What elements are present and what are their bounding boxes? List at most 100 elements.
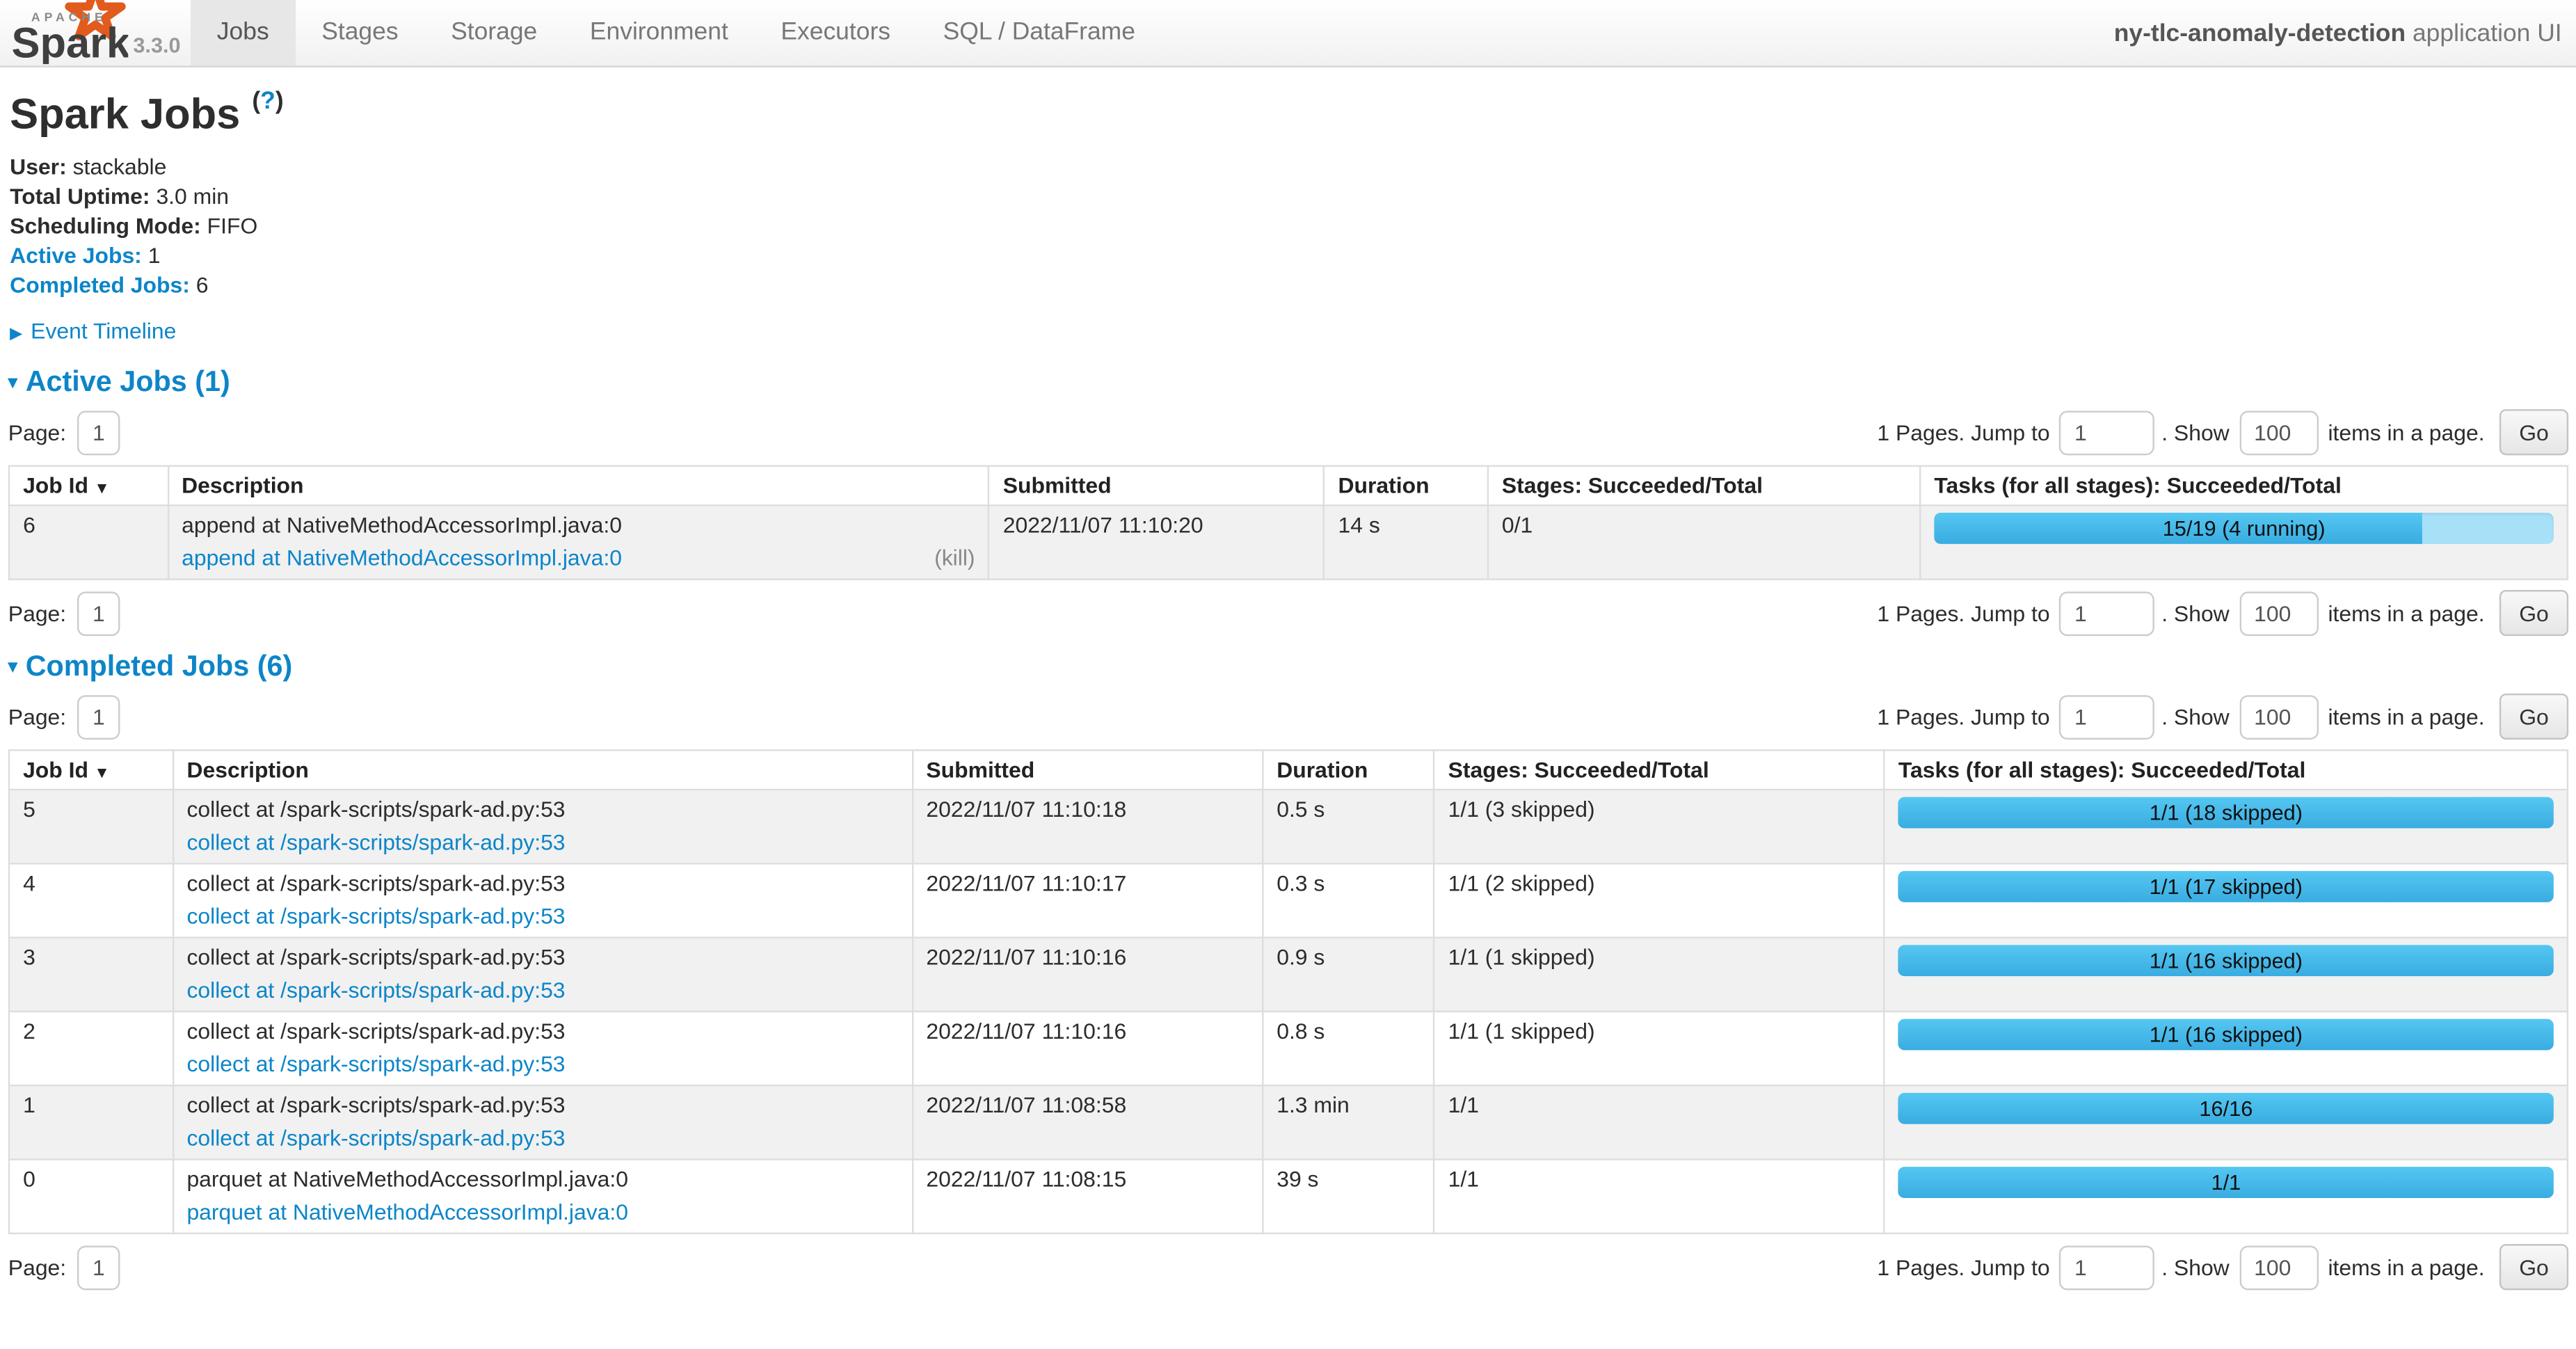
items-per-page-input[interactable] bbox=[2239, 694, 2318, 739]
items-per-page-input[interactable] bbox=[2239, 410, 2318, 454]
jump-to-page-input[interactable] bbox=[2060, 410, 2155, 454]
submitted-cell: 2022/11/07 11:08:58 bbox=[912, 1085, 1263, 1159]
progress-label: 1/1 (17 skipped) bbox=[1898, 871, 2554, 902]
job-id-cell: 6 bbox=[9, 505, 168, 579]
job-detail-link[interactable]: collect at /spark-scripts/spark-ad.py:53 bbox=[186, 978, 565, 1003]
kill-job-link[interactable]: (kill) bbox=[934, 545, 975, 570]
pagination-right: 1 Pages. Jump to. Showitems in a page.Go bbox=[1877, 694, 2568, 740]
progress-label: 1/1 (16 skipped) bbox=[1898, 945, 2554, 976]
tasks-progress-bar: 15/19 (4 running) bbox=[1934, 513, 2553, 544]
page-label: Page: bbox=[8, 1255, 66, 1279]
summary-label: Scheduling Mode: bbox=[10, 214, 201, 238]
column-header-stages[interactable]: Stages: Succeeded/Total bbox=[1488, 466, 1921, 506]
nav-tab-environment[interactable]: Environment bbox=[563, 0, 755, 65]
nav-tab-storage[interactable]: Storage bbox=[424, 0, 563, 65]
pagination-bar: Page:1 Pages. Jump to. Showitems in a pa… bbox=[8, 694, 2568, 740]
progress-label: 1/1 bbox=[1898, 1167, 2554, 1198]
completed-jobs-pagination-bottom: Page:1 Pages. Jump to. Showitems in a pa… bbox=[0, 1244, 2576, 1290]
pagination-left: Page: bbox=[8, 1245, 120, 1289]
tasks-progress-bar: 16/16 bbox=[1898, 1093, 2554, 1124]
column-header-submitted[interactable]: Submitted bbox=[989, 466, 1325, 506]
job-detail-link[interactable]: collect at /spark-scripts/spark-ad.py:53 bbox=[186, 1052, 565, 1076]
job-id-cell: 0 bbox=[9, 1160, 173, 1234]
column-header-description[interactable]: Description bbox=[168, 466, 989, 506]
nav-tab-jobs[interactable]: Jobs bbox=[191, 0, 295, 65]
page-number-input[interactable] bbox=[78, 591, 120, 635]
stages-cell: 1/1 (3 skipped) bbox=[1434, 790, 1885, 863]
pagination-bar: Page:1 Pages. Jump to. Showitems in a pa… bbox=[8, 590, 2568, 636]
completed-jobs-heading[interactable]: ▾Completed Jobs (6) bbox=[8, 649, 2576, 684]
tasks-cell: 1/1 (16 skipped) bbox=[1885, 938, 2568, 1012]
pagination-bar: Page:1 Pages. Jump to. Showitems in a pa… bbox=[8, 1244, 2568, 1290]
collapsed-arrow-icon: ▶ bbox=[10, 326, 22, 344]
job-detail-link[interactable]: collect at /spark-scripts/spark-ad.py:53 bbox=[186, 1126, 565, 1150]
submitted-cell: 2022/11/07 11:10:18 bbox=[912, 790, 1263, 863]
description-cell: collect at /spark-scripts/spark-ad.py:53… bbox=[173, 863, 912, 937]
show-text: . Show bbox=[2161, 704, 2230, 728]
page-number-input[interactable] bbox=[78, 1245, 120, 1289]
sort-descending-icon: ▾ bbox=[93, 480, 106, 498]
summary-label[interactable]: Active Jobs: bbox=[10, 244, 142, 268]
summary-value: stackable bbox=[73, 154, 167, 179]
submitted-cell: 2022/11/07 11:08:15 bbox=[912, 1160, 1263, 1234]
column-header-duration[interactable]: Duration bbox=[1263, 750, 1434, 790]
jump-to-page-input[interactable] bbox=[2060, 1245, 2155, 1289]
tasks-cell: 15/19 (4 running) bbox=[1920, 505, 2568, 579]
job-detail-link[interactable]: parquet at NativeMethodAccessorImpl.java… bbox=[186, 1199, 628, 1224]
go-button[interactable]: Go bbox=[2499, 590, 2568, 636]
column-header-submitted[interactable]: Submitted bbox=[912, 750, 1263, 790]
job-detail-link[interactable]: collect at /spark-scripts/spark-ad.py:53 bbox=[186, 904, 565, 928]
go-button[interactable]: Go bbox=[2499, 694, 2568, 740]
column-header-tasks-for-all-stages-[interactable]: Tasks (for all stages): Succeeded/Total bbox=[1920, 466, 2568, 506]
tasks-progress-bar: 1/1 (17 skipped) bbox=[1898, 871, 2554, 902]
summary-label[interactable]: Completed Jobs: bbox=[10, 273, 190, 297]
job-description-line2: collect at /spark-scripts/spark-ad.py:53 bbox=[186, 904, 898, 928]
help-tooltip[interactable]: (?) bbox=[252, 88, 283, 115]
submitted-cell: 2022/11/07 11:10:16 bbox=[912, 1012, 1263, 1085]
duration-cell: 0.3 s bbox=[1263, 863, 1434, 937]
column-header-tasks-for-all-stages-[interactable]: Tasks (for all stages): Succeeded/Total bbox=[1885, 750, 2568, 790]
items-in-page-text: items in a page. bbox=[2328, 420, 2484, 445]
help-paren-close: ) bbox=[275, 88, 284, 115]
go-button[interactable]: Go bbox=[2499, 1244, 2568, 1290]
job-detail-link[interactable]: collect at /spark-scripts/spark-ad.py:53 bbox=[186, 830, 565, 854]
summary-label: Total Uptime: bbox=[10, 184, 150, 209]
pagination-left: Page: bbox=[8, 694, 120, 739]
question-mark-icon[interactable]: ? bbox=[260, 88, 275, 115]
page-number-input[interactable] bbox=[78, 410, 120, 454]
nav-tab-sql-dataframe[interactable]: SQL / DataFrame bbox=[917, 0, 1162, 65]
spark-logo-image: APACHE Spark bbox=[10, 0, 128, 64]
column-header-job-id[interactable]: Job Id ▾ bbox=[9, 466, 168, 506]
items-per-page-input[interactable] bbox=[2239, 591, 2318, 635]
go-button[interactable]: Go bbox=[2499, 409, 2568, 455]
summary-item: Completed Jobs: 6 bbox=[10, 273, 2576, 299]
job-description-line2: append at NativeMethodAccessorImpl.java:… bbox=[182, 545, 975, 570]
job-id-cell: 3 bbox=[9, 938, 173, 1012]
show-text: . Show bbox=[2161, 1255, 2230, 1279]
active-jobs-heading[interactable]: ▾Active Jobs (1) bbox=[8, 365, 2576, 399]
job-id-cell: 4 bbox=[9, 863, 173, 937]
page-label: Page: bbox=[8, 420, 66, 445]
event-timeline-toggle[interactable]: ▶Event Timeline bbox=[10, 319, 2576, 343]
column-header-duration[interactable]: Duration bbox=[1324, 466, 1487, 506]
column-header-stages[interactable]: Stages: Succeeded/Total bbox=[1434, 750, 1885, 790]
show-text: . Show bbox=[2161, 600, 2230, 625]
page-title: Spark Jobs (?) bbox=[10, 89, 2576, 140]
application-name: ny-tlc-anomaly-detection bbox=[2114, 19, 2406, 47]
expanded-arrow-icon: ▾ bbox=[8, 373, 17, 392]
job-detail-link[interactable]: append at NativeMethodAccessorImpl.java:… bbox=[182, 545, 622, 570]
nav-tab-stages[interactable]: Stages bbox=[295, 0, 424, 65]
nav-tab-executors[interactable]: Executors bbox=[755, 0, 917, 65]
application-ui-suffix: application UI bbox=[2406, 19, 2562, 47]
page-number-input[interactable] bbox=[78, 694, 120, 739]
stages-cell: 0/1 bbox=[1488, 505, 1921, 579]
items-per-page-input[interactable] bbox=[2239, 1245, 2318, 1289]
jump-to-page-input[interactable] bbox=[2060, 694, 2155, 739]
jump-to-page-input[interactable] bbox=[2060, 591, 2155, 635]
job-description-text: append at NativeMethodAccessorImpl.java:… bbox=[182, 513, 975, 537]
column-header-description[interactable]: Description bbox=[173, 750, 912, 790]
column-header-job-id[interactable]: Job Id ▾ bbox=[9, 750, 173, 790]
total-pages-text: 1 Pages. Jump to bbox=[1877, 704, 2049, 728]
page-label: Page: bbox=[8, 704, 66, 728]
spark-jobs-page: APACHE Spark 3.3.0 JobsStagesStorageEnvi… bbox=[0, 0, 2576, 1349]
